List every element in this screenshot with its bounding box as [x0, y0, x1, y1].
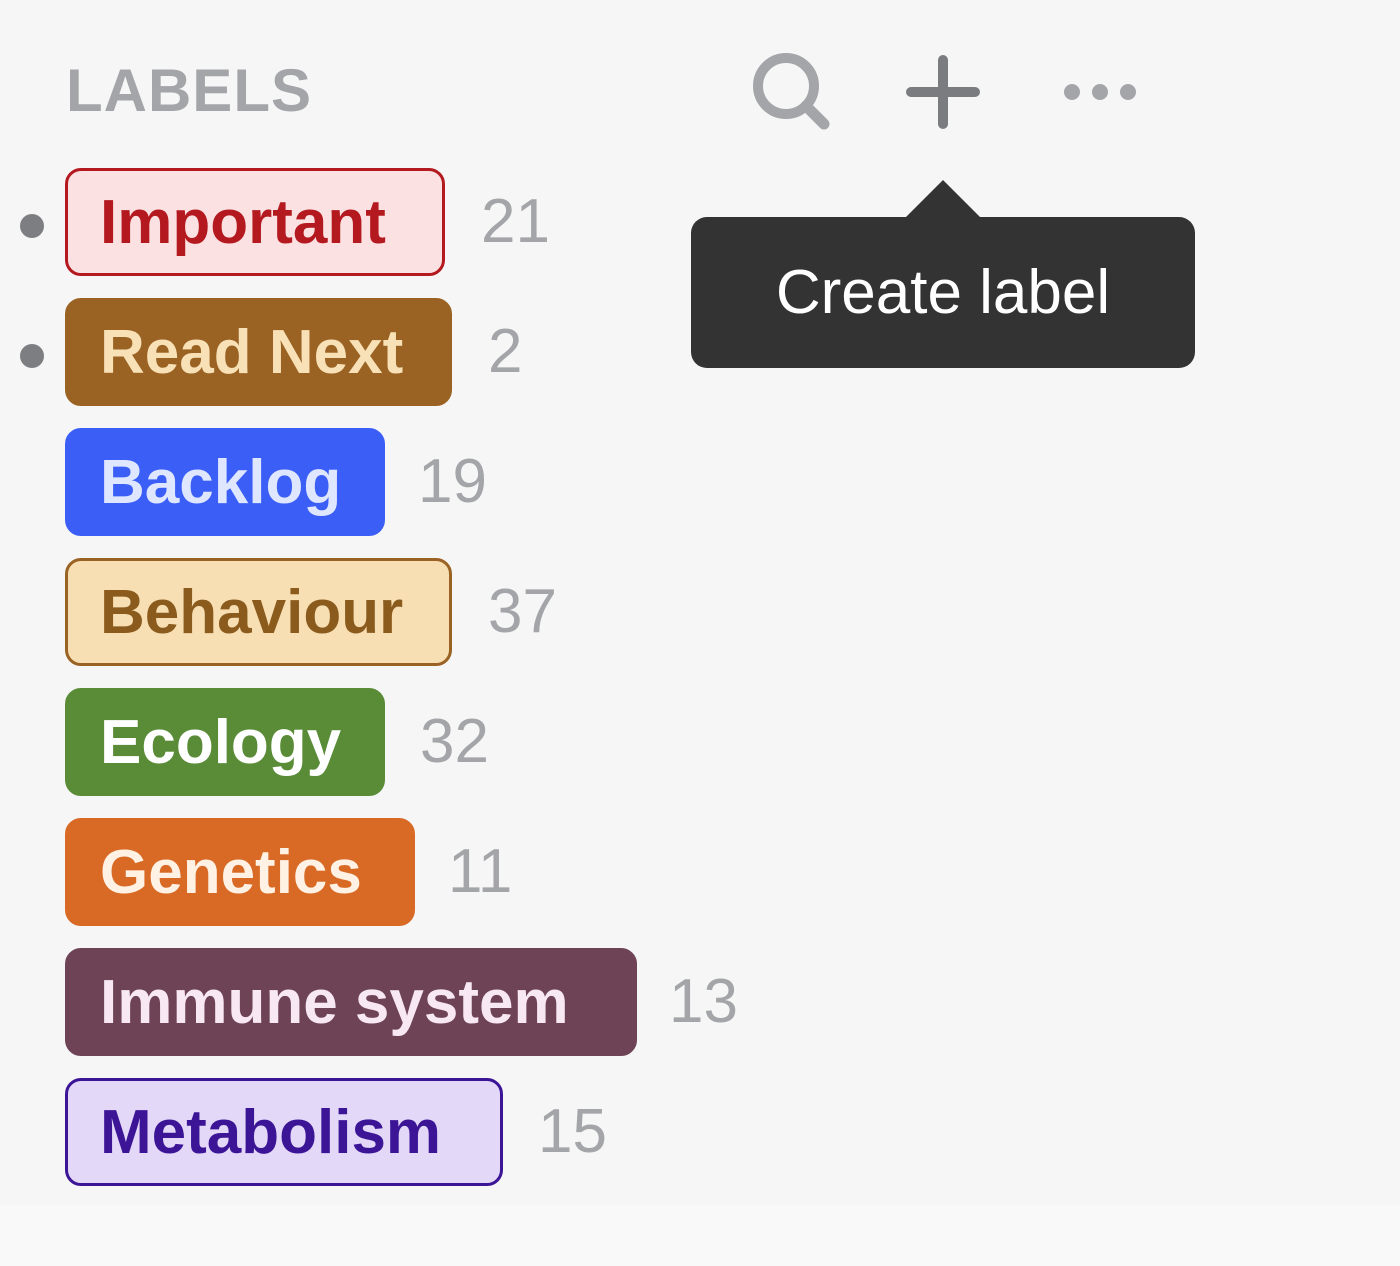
label-chip-read-next[interactable]: Read Next — [65, 298, 452, 406]
label-count-important: 21 — [481, 187, 550, 256]
label-chip-behaviour[interactable]: Behaviour — [65, 558, 452, 666]
tooltip-arrow — [905, 180, 981, 218]
search-button[interactable] — [742, 42, 842, 142]
label-count-ecology: 32 — [420, 707, 489, 776]
panel-bottom-strip — [0, 1205, 1400, 1266]
label-row-backlog[interactable]: Backlog 19 — [0, 428, 900, 536]
more-horizontal-icon — [1064, 84, 1136, 100]
label-chip-metabolism[interactable]: Metabolism — [65, 1078, 503, 1186]
label-count-metabolism: 15 — [538, 1097, 607, 1166]
create-label-button[interactable] — [892, 42, 992, 142]
label-row-immune-system[interactable]: Immune system 13 — [0, 948, 900, 1056]
label-chip-immune-system[interactable]: Immune system — [65, 948, 637, 1056]
label-row-metabolism[interactable]: Metabolism 15 — [0, 1078, 900, 1186]
section-title: LABELS — [66, 57, 312, 124]
label-row-important[interactable]: Important 21 — [0, 168, 900, 276]
label-count-read-next: 2 — [488, 317, 523, 386]
unread-dot — [20, 344, 44, 368]
label-count-immune-system: 13 — [669, 967, 738, 1036]
search-icon — [753, 53, 830, 130]
label-chip-genetics[interactable]: Genetics — [65, 818, 415, 926]
label-row-read-next[interactable]: Read Next 2 — [0, 298, 900, 406]
label-row-ecology[interactable]: Ecology 32 — [0, 688, 900, 796]
unread-dot — [20, 214, 44, 238]
label-chip-ecology[interactable]: Ecology — [65, 688, 385, 796]
plus-icon — [906, 55, 980, 129]
label-chip-important[interactable]: Important — [65, 168, 445, 276]
label-count-behaviour: 37 — [488, 577, 557, 646]
label-row-behaviour[interactable]: Behaviour 37 — [0, 558, 900, 666]
label-chip-backlog[interactable]: Backlog — [65, 428, 385, 536]
label-count-genetics: 11 — [448, 837, 513, 906]
label-count-backlog: 19 — [418, 447, 487, 516]
label-row-genetics[interactable]: Genetics 11 — [0, 818, 900, 926]
more-options-button[interactable] — [1050, 42, 1150, 142]
